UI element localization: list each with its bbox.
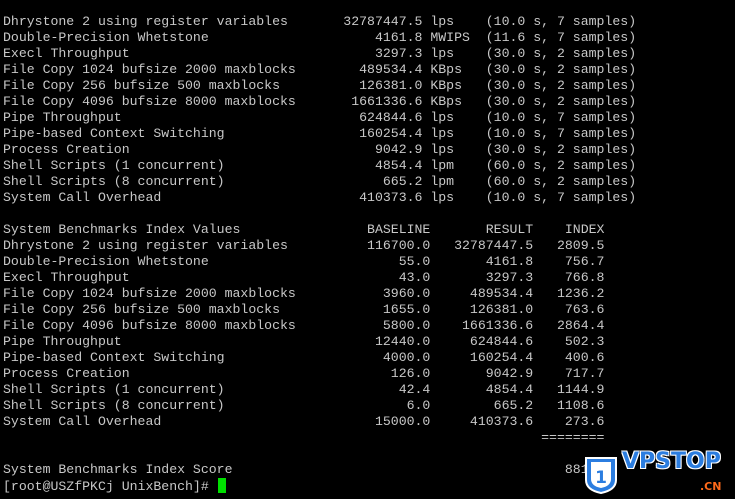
index-row: System Call Overhead 15000.0 410373.6 27…: [3, 414, 605, 429]
vpstop-watermark: 1 VPSTOP .CN: [582, 449, 732, 496]
index-row: Pipe Throughput 12440.0 624844.6 502.3: [3, 334, 605, 349]
index-row: Dhrystone 2 using register variables 116…: [3, 238, 605, 253]
result-row: Dhrystone 2 using register variables 327…: [3, 14, 637, 29]
index-row: File Copy 4096 bufsize 8000 maxblocks 58…: [3, 318, 605, 333]
result-row: Shell Scripts (1 concurrent) 4854.4 lpm …: [3, 158, 637, 173]
index-row: File Copy 1024 bufsize 2000 maxblocks 39…: [3, 286, 605, 301]
result-row: Execl Throughput 3297.3 lps (30.0 s, 2 s…: [3, 46, 637, 61]
index-row: Process Creation 126.0 9042.9 717.7: [3, 366, 605, 381]
brand-suffix: .CN: [700, 480, 722, 493]
index-row: Shell Scripts (8 concurrent) 6.0 665.2 1…: [3, 398, 605, 413]
index-row: File Copy 256 bufsize 500 maxblocks 1655…: [3, 302, 605, 317]
result-row: Process Creation 9042.9 lps (30.0 s, 2 s…: [3, 142, 637, 157]
shell-prompt: [root@USZfPKCj UnixBench]#: [3, 479, 209, 494]
index-row: Shell Scripts (1 concurrent) 42.4 4854.4…: [3, 382, 605, 397]
text-cursor: [217, 478, 226, 493]
result-row: Shell Scripts (8 concurrent) 665.2 lpm (…: [3, 174, 637, 189]
index-score: System Benchmarks Index Score 881.8: [3, 462, 605, 477]
result-row: System Call Overhead 410373.6 lps (10.0 …: [3, 190, 637, 205]
result-row: Pipe Throughput 624844.6 lps (10.0 s, 7 …: [3, 110, 637, 125]
brand-text: VPSTOP: [622, 449, 721, 474]
index-row: Double-Precision Whetstone 55.0 4161.8 7…: [3, 254, 605, 269]
badge-number: 1: [595, 468, 607, 488]
shell-prompt-line[interactable]: [root@USZfPKCj UnixBench]#: [3, 478, 226, 494]
index-row: Pipe-based Context Switching 4000.0 1602…: [3, 350, 605, 365]
result-row: Pipe-based Context Switching 160254.4 lp…: [3, 126, 637, 141]
result-row: File Copy 256 bufsize 500 maxblocks 1263…: [3, 78, 637, 93]
index-header: System Benchmarks Index Values BASELINE …: [3, 222, 605, 237]
vpstop-logo-icon: 1: [585, 457, 617, 494]
result-row: File Copy 1024 bufsize 2000 maxblocks 48…: [3, 62, 637, 77]
index-row: Execl Throughput 43.0 3297.3 766.8: [3, 270, 605, 285]
terminal-window[interactable]: Dhrystone 2 using register variables 327…: [0, 0, 735, 499]
result-row: Double-Precision Whetstone 4161.8 MWIPS …: [3, 30, 637, 45]
result-row: File Copy 4096 bufsize 8000 maxblocks 16…: [3, 94, 637, 109]
index-separator: ========: [3, 430, 605, 445]
